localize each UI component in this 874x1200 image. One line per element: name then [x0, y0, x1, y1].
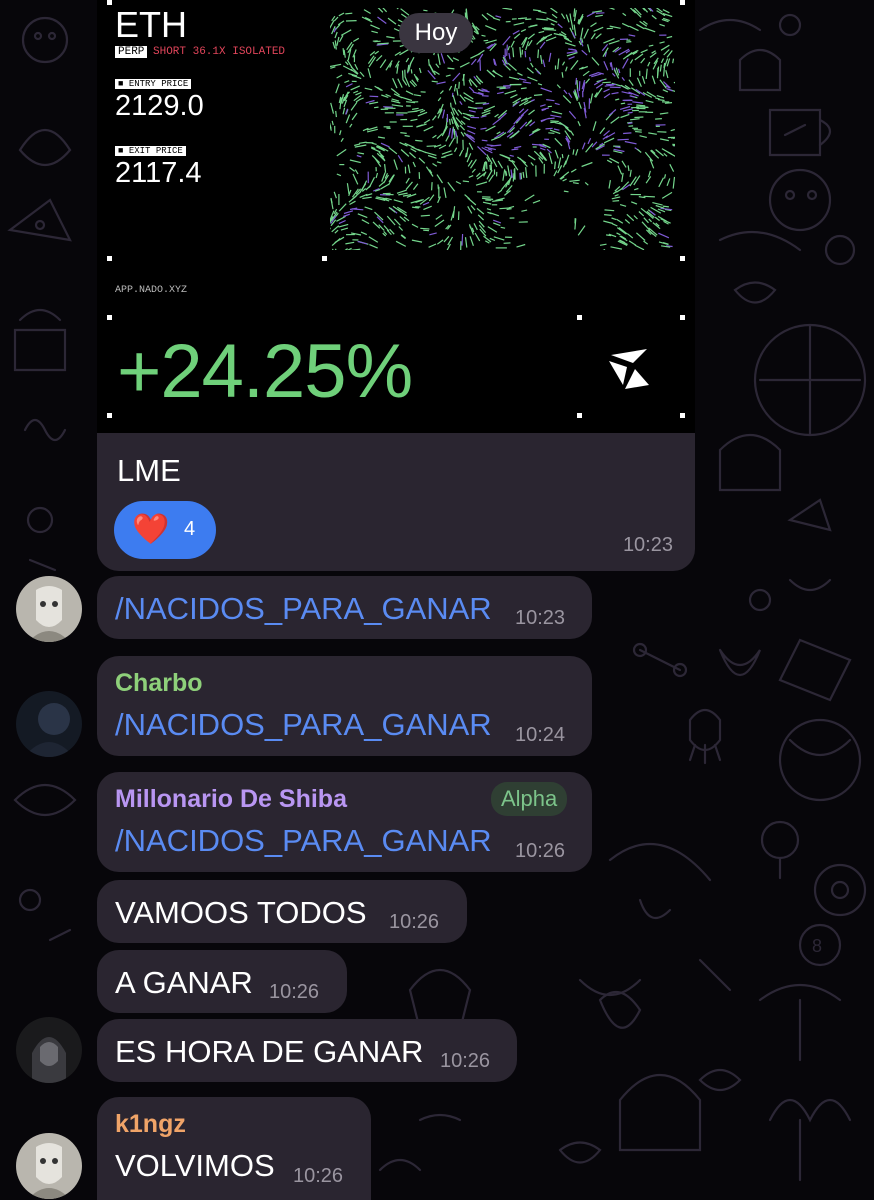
message-time: 10:26: [389, 911, 440, 933]
message-time: 10:23: [515, 607, 566, 629]
message-text: LME: [117, 453, 181, 488]
entry-price-label: ■ ENTRY PRICE: [115, 79, 192, 89]
date-badge: Hoy: [399, 13, 473, 53]
perp-tag: PERP: [115, 46, 148, 58]
trade-card-image[interactable]: ETH PERP SHORT 36.1X ISOLATED ■ ENTRY PR…: [97, 0, 695, 433]
message-time: 10:24: [515, 724, 566, 746]
particle-artwork: [330, 8, 675, 250]
admin-badge: Alpha: [491, 782, 568, 816]
message-text: ES HORA DE GANAR: [115, 1034, 424, 1069]
avatar[interactable]: [16, 1017, 82, 1083]
message-time: 10:26: [293, 1165, 344, 1187]
position-details: SHORT 36.1X ISOLATED: [153, 46, 286, 58]
avatar[interactable]: [16, 691, 82, 757]
command-link[interactable]: /NACIDOS_PARA_GANAR: [115, 823, 492, 859]
message-text: A GANAR: [115, 965, 253, 1000]
command-link[interactable]: /NACIDOS_PARA_GANAR: [115, 707, 492, 743]
message-bubble[interactable]: ES HORA DE GANAR 10:26: [97, 1019, 517, 1082]
command-link[interactable]: /NACIDOS_PARA_GANAR: [115, 591, 492, 627]
message-bubble[interactable]: LME ❤️ 4 10:23: [97, 433, 695, 571]
sender-name[interactable]: Millonario De Shiba: [115, 785, 347, 814]
site-url: APP.NADO.XYZ: [115, 285, 188, 296]
message-bubble[interactable]: A GANAR 10:26: [97, 950, 347, 1013]
entry-price-value: 2129.0: [115, 90, 204, 122]
sender-name[interactable]: Charbo: [115, 669, 203, 698]
reaction-heart-pill[interactable]: ❤️ 4: [114, 501, 216, 559]
svg-text:8: 8: [812, 936, 822, 956]
message-bubble[interactable]: Charbo /NACIDOS_PARA_GANAR 10:24: [97, 656, 592, 756]
avatar[interactable]: [16, 576, 82, 642]
avatar[interactable]: [16, 1133, 82, 1199]
pnl-percentage: +24.25%: [117, 329, 413, 414]
message-time: 10:23: [622, 534, 673, 556]
nado-logo-icon: [609, 349, 649, 389]
asset-symbol: ETH: [115, 4, 187, 45]
message-bubble[interactable]: VAMOOS TODOS 10:26: [97, 880, 467, 943]
message-bubble[interactable]: Millonario De Shiba Alpha /NACIDOS_PARA_…: [97, 772, 592, 872]
message-bubble[interactable]: /NACIDOS_PARA_GANAR 10:23: [97, 576, 592, 639]
reaction-count: 4: [184, 518, 196, 540]
message-text: VAMOOS TODOS: [115, 895, 367, 930]
message-time: 10:26: [269, 981, 320, 1003]
sender-name[interactable]: k1ngz: [115, 1110, 186, 1139]
heart-emoji-icon: ❤️: [132, 513, 170, 546]
message-bubble[interactable]: k1ngz VOLVIMOS 10:26: [97, 1097, 371, 1200]
exit-price-value: 2117.4: [115, 157, 202, 189]
message-text: VOLVIMOS: [115, 1148, 275, 1183]
date-badge-label: Hoy: [414, 19, 458, 46]
message-time: 10:26: [440, 1050, 491, 1072]
exit-price-label: ■ EXIT PRICE: [115, 146, 186, 156]
message-time: 10:26: [515, 840, 566, 862]
